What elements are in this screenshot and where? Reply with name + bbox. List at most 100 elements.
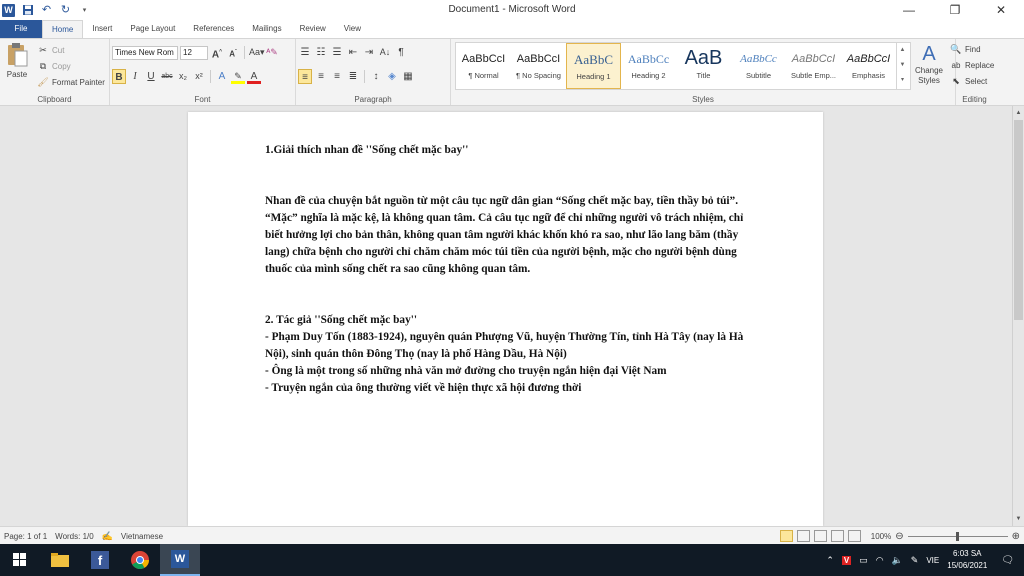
zoom-slider[interactable] [907, 531, 1008, 541]
zoom-slider-thumb[interactable] [955, 531, 959, 541]
show-hidden-icons-icon[interactable]: ⌃ [826, 555, 834, 566]
paste-button[interactable]: Paste [4, 42, 30, 79]
word-count[interactable]: Words: 1/0 [55, 532, 94, 541]
zoom-level[interactable]: 100% [871, 532, 891, 541]
input-language[interactable]: VIE [926, 556, 939, 565]
italic-icon[interactable]: I [128, 69, 142, 84]
style-heading-1[interactable]: AaBbC Heading 1 [566, 43, 621, 89]
borders-icon[interactable]: ▦ [401, 69, 415, 84]
language[interactable]: Vietnamese [121, 532, 163, 541]
tab-view[interactable]: View [335, 20, 370, 38]
close-button[interactable]: ✕ [978, 0, 1024, 20]
select-button[interactable]: ⬉ Select [949, 74, 987, 89]
show-paragraph-marks-icon[interactable]: ¶ [394, 45, 408, 60]
zoom-in-icon[interactable]: ⊕ [1012, 531, 1020, 542]
style-no-spacing[interactable]: AaBbCcI ¶ No Spacing [511, 43, 566, 89]
minimize-button[interactable]: — [886, 0, 932, 20]
justify-icon[interactable]: ≣ [346, 69, 360, 84]
tab-page-layout[interactable]: Page Layout [121, 20, 184, 38]
grow-font-icon[interactable]: A^ [210, 45, 224, 60]
cut-button[interactable]: ✂ Cut [36, 43, 64, 58]
taskbar-file-explorer[interactable] [40, 544, 80, 576]
shading-icon[interactable]: ◈ [385, 69, 399, 84]
style-subtitle[interactable]: AaBbCc Subtitle [731, 43, 786, 89]
font-size-dropdown[interactable]: 12 [180, 45, 208, 60]
antivirus-icon[interactable]: V [841, 555, 852, 565]
taskbar-word[interactable]: W [160, 544, 200, 576]
align-right-icon[interactable]: ≡ [330, 69, 344, 84]
clock[interactable]: 6:03 SA 15/06/2021 [947, 548, 987, 572]
taskbar-chrome[interactable] [120, 544, 160, 576]
decrease-indent-icon[interactable]: ⇤ [346, 45, 360, 60]
page-count[interactable]: Page: 1 of 1 [4, 532, 47, 541]
bold-icon[interactable]: B [112, 69, 126, 84]
style-emphasis[interactable]: AaBbCcI Emphasis [841, 43, 896, 89]
bullets-icon[interactable]: ☰ [298, 45, 312, 60]
tab-mailings[interactable]: Mailings [243, 20, 290, 38]
change-case-icon[interactable]: Aa▾ [249, 45, 265, 60]
increase-indent-icon[interactable]: ⇥ [362, 45, 376, 60]
font-color-icon[interactable]: A [247, 69, 261, 84]
style-heading-2[interactable]: AaBbCc Heading 2 [621, 43, 676, 89]
shrink-font-icon[interactable]: Aˇ [226, 45, 240, 60]
scroll-thumb[interactable] [1014, 120, 1023, 320]
superscript-icon[interactable]: x² [192, 69, 206, 84]
text-effects-icon[interactable]: A [215, 69, 229, 84]
format-painter-button[interactable]: 🖌 Format Painter [36, 75, 105, 90]
tab-review[interactable]: Review [291, 20, 335, 38]
style-sample: AaBbCcI [461, 53, 506, 65]
draft-icon[interactable] [847, 530, 861, 542]
vertical-scrollbar[interactable]: ▲ ▼ [1012, 106, 1024, 526]
subscript-icon[interactable]: x₂ [176, 69, 190, 84]
zoom-out-icon[interactable]: ⊖ [895, 531, 903, 542]
full-screen-reading-icon[interactable] [796, 530, 810, 542]
web-layout-icon[interactable] [813, 530, 827, 542]
line-spacing-icon[interactable]: ↕ [369, 69, 383, 84]
document-page[interactable]: 1.Giải thích nhan đề ''Sống chết mặc bay… [188, 112, 823, 526]
change-styles-button[interactable]: A Change Styles [912, 42, 946, 86]
document-body[interactable]: 1.Giải thích nhan đề ''Sống chết mặc bay… [265, 142, 755, 397]
clear-formatting-icon[interactable]: ᴬ✎ [265, 45, 279, 60]
heading-1: 1.Giải thích nhan đề ''Sống chết mặc bay… [265, 144, 469, 156]
tab-file[interactable]: File [0, 20, 42, 38]
tab-insert[interactable]: Insert [83, 20, 121, 38]
list-line-2: - Ông là một trong số những nhà văn mở đ… [265, 365, 667, 377]
numbering-icon[interactable]: ☷ [314, 45, 328, 60]
notifications-icon[interactable]: 🗨 [1001, 555, 1014, 566]
outline-icon[interactable] [830, 530, 844, 542]
replace-button[interactable]: ab Replace [949, 58, 995, 73]
find-button[interactable]: 🔍 Find [949, 42, 980, 57]
style-subtle-emphasis[interactable]: AaBbCcI Subtle Emp... [786, 43, 841, 89]
proofing-icon[interactable]: ✍ [102, 531, 113, 542]
style-normal[interactable]: AaBbCcI ¶ Normal [456, 43, 511, 89]
editing-group-label: Editing [962, 95, 987, 104]
align-left-icon[interactable]: ≡ [298, 69, 312, 84]
tab-references[interactable]: References [184, 20, 243, 38]
print-layout-icon[interactable] [779, 530, 793, 542]
multilevel-list-icon[interactable]: ☰ [330, 45, 344, 60]
highlight-icon[interactable]: ✎ [231, 69, 245, 84]
volume-icon[interactable]: 🔈 [892, 555, 903, 566]
scroll-down-icon[interactable]: ▼ [1013, 514, 1024, 524]
replace-label: Replace [965, 61, 995, 70]
gallery-scroll[interactable]: ▲ ▼ ▾ [896, 43, 908, 89]
battery-icon[interactable]: ▭ [859, 555, 868, 566]
taskbar-facebook[interactable]: f [80, 544, 120, 576]
paragraph-1: Nhan đề của chuyện bắt nguồn từ một câu … [265, 195, 744, 275]
start-button[interactable] [0, 544, 40, 576]
restore-button[interactable]: ❐ [932, 0, 978, 20]
network-icon[interactable]: ◠ [876, 555, 884, 566]
style-title[interactable]: AaB Title [676, 43, 731, 89]
styles-gallery: AaBbCcI ¶ Normal AaBbCcI ¶ No Spacing Aa… [455, 42, 911, 90]
scroll-up-icon[interactable]: ▲ [1013, 108, 1024, 118]
sort-icon[interactable]: A↓ [378, 45, 392, 60]
pen-icon[interactable]: ✎ [911, 555, 919, 566]
strikethrough-icon[interactable]: abc [160, 69, 174, 84]
align-center-icon[interactable]: ≡ [314, 69, 328, 84]
clipboard-group-label: Clipboard [37, 95, 72, 104]
tab-home[interactable]: Home [42, 20, 84, 38]
paragraph-group: ☰ ☷ ☰ ⇤ ⇥ A↓ ¶ ≡ ≡ ≡ ≣ ↕ ◈ ▦ Paragraph [296, 39, 451, 105]
copy-button[interactable]: ⧉ Copy [36, 59, 71, 74]
underline-icon[interactable]: U [144, 69, 158, 84]
font-family-dropdown[interactable]: Times New Rom [112, 45, 178, 60]
